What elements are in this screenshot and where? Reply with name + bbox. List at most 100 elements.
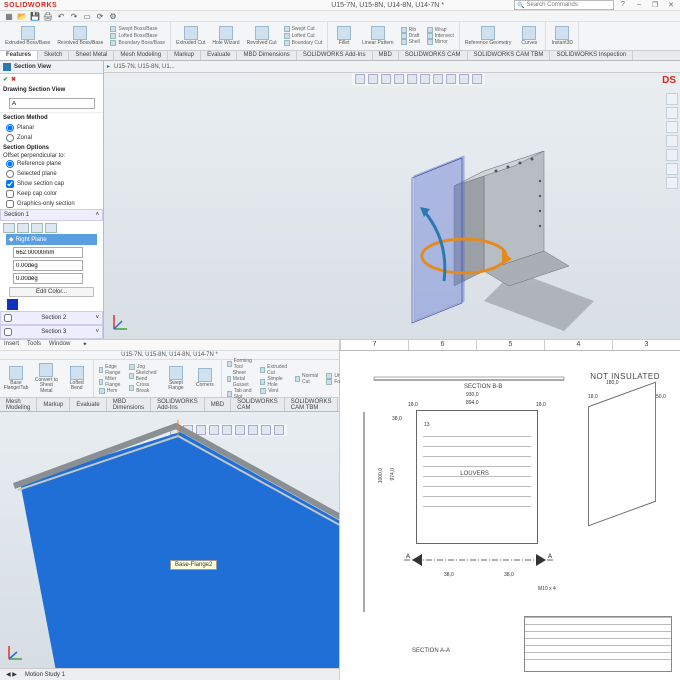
extruded-cut-sm-button[interactable]: Extruded Cut [258, 364, 290, 376]
selected-plane-radio[interactable] [6, 170, 14, 178]
view-palette-tab-icon[interactable] [666, 135, 678, 147]
fillet-button[interactable]: Fillet [331, 23, 357, 49]
section-view-icon[interactable] [394, 74, 404, 84]
y-rotation-input[interactable] [13, 273, 83, 284]
hole-wizard-button[interactable]: Hole Wizard [210, 23, 241, 49]
edit-appearance-icon[interactable] [446, 74, 456, 84]
planar-radio[interactable] [6, 124, 14, 132]
boundary-cut-button[interactable]: Boundary Cut [282, 40, 325, 46]
forum-tab-icon[interactable] [666, 177, 678, 189]
ok-button[interactable]: ✔ [3, 76, 8, 83]
bl-tab-swcamtbm[interactable]: SOLIDWORKS CAM TBM [285, 398, 339, 411]
normal-cut-button[interactable]: Normal Cut [293, 373, 321, 385]
tab-sheet-metal[interactable]: Sheet Metal [69, 51, 114, 60]
graphics-only-check[interactable] [6, 200, 14, 208]
new-icon[interactable]: ▦ [4, 11, 14, 21]
convert-sheetmetal-button[interactable]: Convert to Sheet Metal [32, 361, 61, 396]
boundary-boss-button[interactable]: Boundary Boss/Base [108, 40, 167, 46]
hide-show-icon[interactable] [433, 74, 443, 84]
forming-tool-button[interactable]: Forming Tool [225, 358, 255, 370]
bl-tab-mesh[interactable]: Mesh Modeling [0, 398, 37, 411]
sketched-bend-button[interactable]: Sketched Bend [127, 370, 160, 382]
tab-mesh-modeling[interactable]: Mesh Modeling [114, 51, 168, 60]
zoom-area-icon[interactable] [368, 74, 378, 84]
front-plane-icon[interactable] [3, 223, 15, 233]
zonal-radio[interactable] [6, 134, 14, 142]
swept-boss-button[interactable]: Swept Boss/Base [108, 26, 167, 32]
shell-button[interactable]: Shell [399, 39, 422, 45]
undo-icon[interactable]: ↶ [56, 11, 66, 21]
zoom-fit-icon[interactable] [355, 74, 365, 84]
orientation-triad[interactable] [110, 313, 130, 333]
section-letter-input[interactable] [9, 98, 95, 109]
plane-selection[interactable]: ◆Right Plane [6, 234, 97, 245]
tab-addins[interactable]: SOLIDWORKS Add-Ins [297, 51, 373, 60]
select-icon[interactable]: ▭ [82, 11, 92, 21]
sm-gusset-button[interactable]: Sheet Metal Gusset [225, 370, 255, 388]
mirror-button[interactable]: Mirror [425, 39, 456, 45]
resources-tab-icon[interactable] [666, 93, 678, 105]
offset-distance-input[interactable] [13, 247, 83, 258]
search-commands-input[interactable]: 🔍 Search Commands [514, 0, 614, 10]
right-plane-icon[interactable] [31, 223, 43, 233]
bl-tab-addins[interactable]: SOLIDWORKS Add-Ins [151, 398, 205, 411]
base-flange-button[interactable]: Base Flange/Tab [3, 361, 29, 396]
bl-tab-mbd[interactable]: MBD [205, 398, 231, 411]
menu-insert[interactable]: Insert [4, 341, 19, 349]
bl-tab-swcam[interactable]: SOLIDWORKS CAM [231, 398, 285, 411]
bl-tab-evaluate[interactable]: Evaluate [70, 398, 106, 411]
show-cap-check[interactable] [6, 180, 14, 188]
tab-features[interactable]: Features [0, 51, 38, 60]
section-color-swatch[interactable] [7, 299, 18, 310]
document-tab[interactable]: U15-7N, U15-8N, U1... [114, 64, 175, 70]
custom-props-tab-icon[interactable] [666, 163, 678, 175]
tab-markup[interactable]: Markup [168, 51, 201, 60]
swept-flange-button[interactable]: Swept Flange [163, 361, 189, 396]
cross-break-button[interactable]: Cross Break [127, 382, 160, 394]
bl-orientation-triad[interactable] [6, 644, 24, 662]
section3-header[interactable]: Section 3˅ [0, 325, 103, 339]
face-plane-icon[interactable] [45, 223, 57, 233]
extruded-boss-button[interactable]: Extruded Boss/Base [3, 23, 52, 49]
revolved-boss-button[interactable]: Revolved Boss/Base [55, 23, 105, 49]
bl-tab-markup[interactable]: Markup [37, 398, 70, 411]
cancel-button[interactable]: ✖ [11, 76, 16, 83]
apply-scene-icon[interactable] [459, 74, 469, 84]
bl-tab-mbddim[interactable]: MBD Dimensions [107, 398, 151, 411]
tab-swcam-tbm[interactable]: SOLIDWORKS CAM TBM [468, 51, 551, 60]
vent-button[interactable]: Vent [258, 388, 290, 394]
redo-icon[interactable]: ↷ [69, 11, 79, 21]
reference-plane-radio[interactable] [6, 160, 14, 168]
section1-header[interactable]: Section 1˄ [0, 209, 103, 221]
tab-inspection[interactable]: SOLIDWORKS Inspection [550, 51, 633, 60]
rebuild-icon[interactable]: ⟳ [95, 11, 105, 21]
revolved-cut-button[interactable]: Revolved Cut [245, 23, 279, 49]
menu-tools[interactable]: Tools [27, 341, 41, 349]
tab-sketch[interactable]: Sketch [38, 51, 69, 60]
appearances-tab-icon[interactable] [666, 149, 678, 161]
linear-pattern-button[interactable]: Linear Pattern [360, 23, 395, 49]
motion-study-tab[interactable]: Motion Study 1 [25, 672, 65, 678]
swept-cut-button[interactable]: Swept Cut [282, 26, 325, 32]
top-plane-icon[interactable] [17, 223, 29, 233]
curves-button[interactable]: Curves [516, 23, 542, 49]
x-rotation-input[interactable] [13, 260, 83, 271]
help-icon[interactable]: ? [618, 1, 628, 9]
maximize-button[interactable]: ❐ [650, 1, 660, 9]
corners-button[interactable]: Corners [192, 361, 218, 396]
menu-window[interactable]: Window [49, 341, 70, 349]
reference-geometry-button[interactable]: Reference Geometry [463, 23, 513, 49]
lofted-cut-button[interactable]: Lofted Cut [282, 33, 325, 39]
edit-color-button[interactable]: Edit Color... [9, 287, 94, 297]
open-icon[interactable]: 📂 [17, 11, 27, 21]
bl-graphics-viewport[interactable]: Base-Flange2 ◀ ▶ Motion Study 1 [0, 412, 339, 680]
print-icon[interactable]: 🖨 [43, 11, 53, 21]
instant3d-button[interactable]: Instant3D [549, 23, 575, 49]
view-orientation-icon[interactable] [407, 74, 417, 84]
file-explorer-tab-icon[interactable] [666, 121, 678, 133]
prev-view-icon[interactable] [381, 74, 391, 84]
edge-flange-button[interactable]: Edge Flange [97, 364, 124, 376]
design-library-tab-icon[interactable] [666, 107, 678, 119]
keep-cap-check[interactable] [6, 190, 14, 198]
graphics-viewport[interactable]: ▸ U15-7N, U15-8N, U1... DS [104, 61, 680, 339]
